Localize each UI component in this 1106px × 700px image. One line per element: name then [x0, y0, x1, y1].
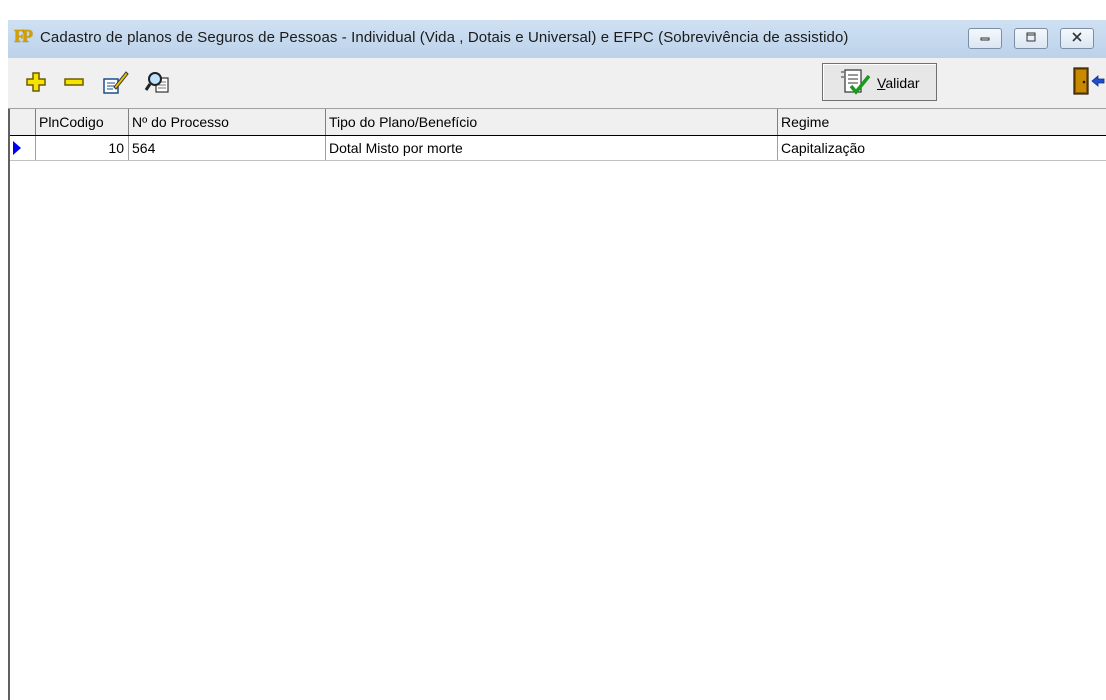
table-row[interactable]: 10 564 Dotal Misto por morte Capitalizaç…: [10, 136, 1106, 161]
edit-icon[interactable]: [100, 68, 129, 96]
close-icon: [1061, 31, 1093, 46]
row-indicator: [10, 136, 36, 160]
remove-icon[interactable]: [60, 68, 88, 96]
window-title: Cadastro de planos de Seguros de Pessoas…: [40, 29, 849, 46]
cell-processo[interactable]: 564: [129, 136, 326, 160]
column-header-regime[interactable]: Regime: [778, 109, 1106, 135]
title-bar[interactable]: FP Cadastro de planos de Seguros de Pess…: [8, 20, 1106, 58]
indicator-header: [10, 109, 36, 135]
column-header-processo[interactable]: Nº do Processo: [129, 109, 326, 135]
fp-app-icon[interactable]: FP: [14, 26, 36, 46]
grid-header: PlnCodigo Nº do Processo Tipo do Plano/B…: [10, 109, 1106, 136]
add-icon[interactable]: [22, 68, 50, 96]
maximize-icon: [1015, 31, 1047, 46]
search-icon[interactable]: [144, 68, 172, 96]
maximize-button[interactable]: [1014, 28, 1048, 49]
exit-door-icon[interactable]: [1070, 66, 1106, 96]
column-header-plncodigo[interactable]: PlnCodigo: [36, 109, 129, 135]
column-header-tipo[interactable]: Tipo do Plano/Benefício: [326, 109, 778, 135]
minimize-button[interactable]: [968, 28, 1002, 49]
validar-label: Validar: [877, 75, 920, 91]
main-window: FP Cadastro de planos de Seguros de Pess…: [8, 20, 1106, 700]
checklist-icon: [841, 69, 871, 95]
cell-tipo[interactable]: Dotal Misto por morte: [326, 136, 778, 160]
plans-grid[interactable]: PlnCodigo Nº do Processo Tipo do Plano/B…: [8, 109, 1106, 700]
minimize-icon: [969, 31, 1001, 46]
cell-regime[interactable]: Capitalização: [778, 136, 1106, 160]
cell-plncodigo[interactable]: 10: [36, 136, 129, 160]
close-button[interactable]: [1060, 28, 1094, 49]
validar-button[interactable]: Validar: [822, 63, 937, 101]
current-row-arrow-icon: [13, 141, 21, 155]
toolbar: Validar: [8, 58, 1106, 109]
